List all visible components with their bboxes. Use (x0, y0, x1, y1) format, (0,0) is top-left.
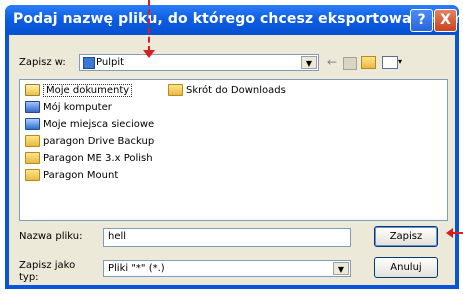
chevron-down-icon[interactable]: ▼ (333, 262, 349, 275)
up-folder-icon[interactable] (343, 57, 357, 70)
list-item[interactable]: Mój komputer (25, 101, 112, 113)
save-as-type-label: Zapisz jako typ: (19, 260, 76, 283)
save-in-label: Zapisz w: (19, 57, 66, 68)
chevron-down-icon[interactable]: ▼ (301, 56, 317, 69)
annotation-arrow-head-top (143, 50, 155, 58)
cancel-button[interactable]: Anuluj (374, 257, 438, 278)
network-places-icon (25, 118, 40, 130)
help-button[interactable]: ? (410, 9, 433, 32)
new-folder-icon[interactable] (361, 56, 376, 69)
my-computer-icon (25, 101, 40, 113)
annotation-arrow-line-top (148, 0, 150, 52)
folder-icon (25, 169, 40, 181)
desktop-icon (83, 57, 95, 69)
list-item[interactable]: Moje dokumenty (25, 84, 133, 97)
save-in-value: Pulpit (96, 57, 125, 68)
list-item[interactable]: Paragon Mount (25, 169, 118, 181)
title-bar[interactable]: Podaj nazwę pliku, do którego chcesz eks… (5, 5, 463, 35)
save-as-type-value: Pliki "*" (*.) (108, 263, 165, 274)
my-documents-icon (25, 84, 40, 96)
annotation-arrow-line-right (452, 232, 463, 234)
save-button[interactable]: Zapisz (374, 226, 438, 247)
save-dialog: Podaj nazwę pliku, do którego chcesz eks… (5, 5, 463, 289)
view-menu-arrow-icon[interactable]: ▾ (398, 57, 402, 66)
close-button[interactable]: X (434, 9, 457, 32)
list-item[interactable]: paragon Drive Backup (25, 135, 154, 147)
shortcut-folder-icon (168, 84, 183, 96)
filename-value: hell (108, 231, 127, 242)
view-menu-icon[interactable] (382, 56, 398, 69)
list-item[interactable]: Paragon ME 3.x Polish (25, 152, 153, 164)
list-item[interactable]: Moje miejsca sieciowe (25, 118, 154, 130)
list-item[interactable]: Skrót do Downloads (168, 84, 286, 96)
file-list[interactable]: Moje dokumenty Mój komputer Moje miejsca… (19, 79, 448, 221)
annotation-arrow-head-right (446, 228, 453, 238)
save-in-combo[interactable]: Pulpit ▼ (79, 54, 319, 71)
folder-icon (25, 135, 40, 147)
back-icon[interactable]: ← (327, 55, 337, 69)
filename-label: Nazwa pliku: (19, 231, 83, 242)
save-as-type-combo[interactable]: Pliki "*" (*.) ▼ (103, 260, 351, 277)
window-title: Podaj nazwę pliku, do którego chcesz eks… (13, 11, 463, 27)
filename-input[interactable]: hell (103, 228, 351, 247)
dialog-body: Zapisz w: Pulpit ▼ ← ▾ Moje dokumenty Mó… (9, 35, 455, 285)
folder-icon (25, 152, 40, 164)
